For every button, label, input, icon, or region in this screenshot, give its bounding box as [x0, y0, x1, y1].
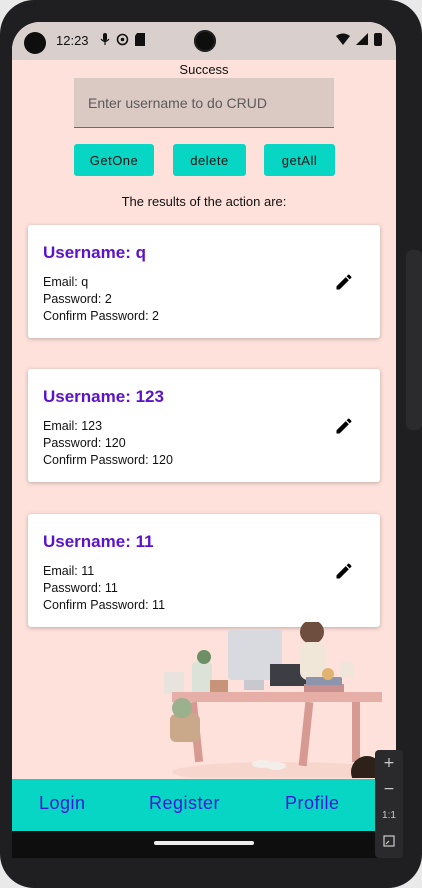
nav-register[interactable]: Register — [149, 793, 220, 814]
sd-card-icon — [135, 33, 145, 49]
card-password: Password: 2 — [43, 292, 112, 306]
card-email: Email: 123 — [43, 419, 103, 433]
phone-screen: 12:23 Success GetOne de — [12, 22, 396, 858]
status-bar: 12:23 — [12, 22, 396, 60]
card-confirm-password: Confirm Password: 2 — [43, 309, 160, 323]
card-confirm-password: Confirm Password: 11 — [43, 598, 166, 612]
user-card: Username: q Email: q Password: 2 Confirm… — [28, 225, 380, 338]
fit-screen-icon[interactable] — [375, 828, 403, 854]
get-all-button[interactable]: getAll — [264, 144, 335, 176]
nav-login[interactable]: Login — [39, 793, 86, 814]
signal-icon — [356, 33, 368, 48]
card-username: Username: q — [43, 243, 146, 262]
username-search-field[interactable] — [74, 78, 334, 128]
status-time: 12:23 — [56, 33, 89, 48]
card-email: Email: q — [43, 275, 89, 289]
zoom-in-button[interactable]: + — [375, 750, 403, 776]
card-confirm-password: Confirm Password: 120 — [43, 453, 173, 467]
status-message: Success — [179, 62, 229, 77]
user-card: Username: 11 Email: 11 Password: 11 Conf… — [28, 514, 380, 627]
edit-icon[interactable] — [334, 272, 354, 292]
front-sensor-icon — [24, 32, 46, 54]
desk-illustration — [164, 622, 382, 778]
user-card: Username: 123 Email: 123 Password: 120 C… — [28, 369, 380, 482]
results-heading: The results of the action are: — [121, 194, 287, 209]
get-one-button[interactable]: GetOne — [74, 144, 154, 176]
mic-icon — [100, 33, 110, 49]
edit-icon[interactable] — [334, 561, 354, 581]
home-gesture-handle[interactable] — [154, 841, 254, 845]
gesture-bar-area — [12, 831, 396, 858]
card-username: Username: 123 — [43, 387, 164, 406]
card-password: Password: 120 — [43, 436, 126, 450]
username-input[interactable] — [74, 78, 334, 127]
card-password: Password: 11 — [43, 581, 118, 595]
camera-icon — [194, 30, 216, 52]
battery-icon — [374, 33, 382, 46]
zoom-out-button[interactable]: − — [375, 776, 403, 802]
wifi-icon — [336, 33, 350, 48]
bottom-navigation: Login Register Profile — [12, 779, 396, 831]
delete-button[interactable]: delete — [173, 144, 246, 176]
card-username: Username: 11 — [43, 532, 154, 551]
device-side-button — [406, 250, 422, 430]
actual-size-button[interactable]: 1:1 — [375, 802, 403, 828]
sync-icon — [116, 33, 129, 49]
card-email: Email: 11 — [43, 564, 95, 578]
emulator-zoom-controls: + − 1:1 — [375, 750, 403, 858]
edit-icon[interactable] — [334, 416, 354, 436]
nav-profile[interactable]: Profile — [285, 793, 340, 814]
